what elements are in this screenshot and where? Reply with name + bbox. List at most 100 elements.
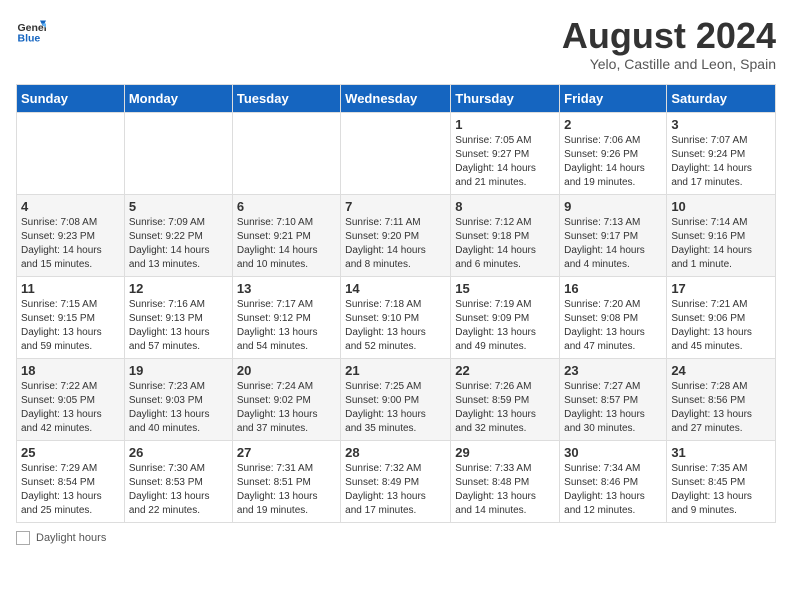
calendar-cell-w0-d1 bbox=[124, 112, 232, 194]
calendar-table: SundayMondayTuesdayWednesdayThursdayFrid… bbox=[16, 84, 776, 523]
day-info: Sunrise: 7:13 AM Sunset: 9:17 PM Dayligh… bbox=[564, 216, 662, 272]
day-number: 16 bbox=[564, 281, 662, 296]
day-info: Sunrise: 7:23 AM Sunset: 9:03 PM Dayligh… bbox=[129, 380, 228, 436]
weekday-header-thursday: Thursday bbox=[451, 84, 560, 112]
day-info: Sunrise: 7:32 AM Sunset: 8:49 PM Dayligh… bbox=[345, 462, 446, 518]
day-info: Sunrise: 7:24 AM Sunset: 9:02 PM Dayligh… bbox=[237, 380, 336, 436]
day-number: 18 bbox=[21, 363, 120, 378]
day-number: 25 bbox=[21, 445, 120, 460]
calendar-cell-w4-d5: 30Sunrise: 7:34 AM Sunset: 8:46 PM Dayli… bbox=[560, 440, 667, 522]
location: Yelo, Castille and Leon, Spain bbox=[562, 56, 776, 72]
svg-text:Blue: Blue bbox=[18, 33, 41, 45]
day-info: Sunrise: 7:20 AM Sunset: 9:08 PM Dayligh… bbox=[564, 298, 662, 354]
weekday-header-sunday: Sunday bbox=[17, 84, 125, 112]
calendar-cell-w1-d6: 10 Sunrise: 7:14 AM Sunset: 9:16 PM Dayli… bbox=[667, 194, 776, 276]
calendar-cell-w0-d6: 3 Sunrise: 7:07 AM Sunset: 9:24 PM Daylig… bbox=[667, 112, 776, 194]
day-number: 7 bbox=[345, 199, 446, 214]
calendar-cell-w1-d4: 8Sunrise: 7:12 AM Sunset: 9:18 PM Daylig… bbox=[451, 194, 560, 276]
calendar-cell-w4-d0: 25 Sunrise: 7:29 AM Sunset: 8:54 PM Dayli… bbox=[17, 440, 125, 522]
weekday-header-monday: Monday bbox=[124, 84, 232, 112]
calendar-cell-w2-d6: 17Sunrise: 7:21 AM Sunset: 9:06 PM Dayli… bbox=[667, 276, 776, 358]
day-info: Sunrise: 7:11 AM Sunset: 9:20 PM Dayligh… bbox=[345, 216, 446, 272]
calendar-cell-w0-d2 bbox=[232, 112, 340, 194]
day-info: Sunrise: 7:17 AM Sunset: 9:12 PM Dayligh… bbox=[237, 298, 336, 354]
day-number: 22 bbox=[455, 363, 555, 378]
calendar-cell-w4-d1: 26 Sunrise: 7:30 AM Sunset: 8:53 PM Dayli… bbox=[124, 440, 232, 522]
calendar-cell-w4-d6: 31 Sunrise: 7:35 AM Sunset: 8:45 PM Dayli… bbox=[667, 440, 776, 522]
calendar-cell-w3-d1: 19 Sunrise: 7:23 AM Sunset: 9:03 PM Dayli… bbox=[124, 358, 232, 440]
calendar-cell-w4-d4: 29Sunrise: 7:33 AM Sunset: 8:48 PM Dayli… bbox=[451, 440, 560, 522]
calendar-cell-w0-d3 bbox=[341, 112, 451, 194]
day-info: Sunrise: 7:21 AM Sunset: 9:06 PM Dayligh… bbox=[671, 298, 771, 354]
day-number: 10 bbox=[671, 199, 771, 214]
day-number: 26 bbox=[129, 445, 228, 460]
day-info: Sunrise: 7:29 AM Sunset: 8:54 PM Dayligh… bbox=[21, 462, 120, 518]
day-number: 11 bbox=[21, 281, 120, 296]
day-info: Sunrise: 7:25 AM Sunset: 9:00 PM Dayligh… bbox=[345, 380, 446, 436]
day-number: 21 bbox=[345, 363, 446, 378]
day-info: Sunrise: 7:31 AM Sunset: 8:51 PM Dayligh… bbox=[237, 462, 336, 518]
calendar-cell-w2-d5: 16 Sunrise: 7:20 AM Sunset: 9:08 PM Dayli… bbox=[560, 276, 667, 358]
day-number: 31 bbox=[671, 445, 771, 460]
weekday-header-tuesday: Tuesday bbox=[232, 84, 340, 112]
calendar-cell-w0-d4: 1 Sunrise: 7:05 AM Sunset: 9:27 PM Daylig… bbox=[451, 112, 560, 194]
calendar-cell-w2-d3: 14 Sunrise: 7:18 AM Sunset: 9:10 PM Dayli… bbox=[341, 276, 451, 358]
legend-label: Daylight hours bbox=[36, 532, 106, 544]
calendar-cell-w2-d4: 15Sunrise: 7:19 AM Sunset: 9:09 PM Dayli… bbox=[451, 276, 560, 358]
day-number: 4 bbox=[21, 199, 120, 214]
footer-note: Daylight hours bbox=[16, 531, 776, 545]
logo-icon: General Blue bbox=[16, 16, 46, 46]
day-info: Sunrise: 7:14 AM Sunset: 9:16 PM Dayligh… bbox=[671, 216, 771, 272]
calendar-cell-w0-d0 bbox=[17, 112, 125, 194]
day-number: 30 bbox=[564, 445, 662, 460]
header: General Blue August 2024 Yelo, Castille … bbox=[16, 16, 776, 72]
day-info: Sunrise: 7:27 AM Sunset: 8:57 PM Dayligh… bbox=[564, 380, 662, 436]
day-number: 13 bbox=[237, 281, 336, 296]
day-info: Sunrise: 7:26 AM Sunset: 8:59 PM Dayligh… bbox=[455, 380, 555, 436]
calendar-cell-w0-d5: 2Sunrise: 7:06 AM Sunset: 9:26 PM Daylig… bbox=[560, 112, 667, 194]
calendar-cell-w3-d2: 20 Sunrise: 7:24 AM Sunset: 9:02 PM Dayli… bbox=[232, 358, 340, 440]
calendar-cell-w2-d2: 13 Sunrise: 7:17 AM Sunset: 9:12 PM Dayli… bbox=[232, 276, 340, 358]
day-number: 3 bbox=[671, 117, 771, 132]
day-info: Sunrise: 7:07 AM Sunset: 9:24 PM Dayligh… bbox=[671, 134, 771, 190]
weekday-header-wednesday: Wednesday bbox=[341, 84, 451, 112]
day-number: 5 bbox=[129, 199, 228, 214]
calendar-cell-w3-d0: 18Sunrise: 7:22 AM Sunset: 9:05 PM Dayli… bbox=[17, 358, 125, 440]
weekday-header-saturday: Saturday bbox=[667, 84, 776, 112]
day-number: 1 bbox=[455, 117, 555, 132]
day-number: 6 bbox=[237, 199, 336, 214]
day-info: Sunrise: 7:08 AM Sunset: 9:23 PM Dayligh… bbox=[21, 216, 120, 272]
day-number: 20 bbox=[237, 363, 336, 378]
logo: General Blue bbox=[16, 16, 46, 46]
day-number: 15 bbox=[455, 281, 555, 296]
calendar-cell-w3-d6: 24 Sunrise: 7:28 AM Sunset: 8:56 PM Dayli… bbox=[667, 358, 776, 440]
calendar-cell-w3-d5: 23 Sunrise: 7:27 AM Sunset: 8:57 PM Dayli… bbox=[560, 358, 667, 440]
day-info: Sunrise: 7:18 AM Sunset: 9:10 PM Dayligh… bbox=[345, 298, 446, 354]
calendar-cell-w1-d1: 5Sunrise: 7:09 AM Sunset: 9:22 PM Daylig… bbox=[124, 194, 232, 276]
day-info: Sunrise: 7:28 AM Sunset: 8:56 PM Dayligh… bbox=[671, 380, 771, 436]
day-info: Sunrise: 7:30 AM Sunset: 8:53 PM Dayligh… bbox=[129, 462, 228, 518]
calendar-cell-w1-d3: 7 Sunrise: 7:11 AM Sunset: 9:20 PM Daylig… bbox=[341, 194, 451, 276]
day-number: 24 bbox=[671, 363, 771, 378]
day-number: 2 bbox=[564, 117, 662, 132]
day-number: 14 bbox=[345, 281, 446, 296]
day-info: Sunrise: 7:05 AM Sunset: 9:27 PM Dayligh… bbox=[455, 134, 555, 190]
calendar-cell-w1-d5: 9Sunrise: 7:13 AM Sunset: 9:17 PM Daylig… bbox=[560, 194, 667, 276]
calendar-cell-w3-d4: 22 Sunrise: 7:26 AM Sunset: 8:59 PM Dayli… bbox=[451, 358, 560, 440]
day-info: Sunrise: 7:10 AM Sunset: 9:21 PM Dayligh… bbox=[237, 216, 336, 272]
calendar-cell-w3-d3: 21 Sunrise: 7:25 AM Sunset: 9:00 PM Dayli… bbox=[341, 358, 451, 440]
day-number: 28 bbox=[345, 445, 446, 460]
calendar-cell-w4-d3: 28 Sunrise: 7:32 AM Sunset: 8:49 PM Dayli… bbox=[341, 440, 451, 522]
day-info: Sunrise: 7:12 AM Sunset: 9:18 PM Dayligh… bbox=[455, 216, 555, 272]
legend-box bbox=[16, 531, 30, 545]
day-number: 19 bbox=[129, 363, 228, 378]
day-info: Sunrise: 7:35 AM Sunset: 8:45 PM Dayligh… bbox=[671, 462, 771, 518]
weekday-header-friday: Friday bbox=[560, 84, 667, 112]
calendar-cell-w2-d1: 12Sunrise: 7:16 AM Sunset: 9:13 PM Dayli… bbox=[124, 276, 232, 358]
day-info: Sunrise: 7:15 AM Sunset: 9:15 PM Dayligh… bbox=[21, 298, 120, 354]
calendar-cell-w4-d2: 27Sunrise: 7:31 AM Sunset: 8:51 PM Dayli… bbox=[232, 440, 340, 522]
day-number: 29 bbox=[455, 445, 555, 460]
title-area: August 2024 Yelo, Castille and Leon, Spa… bbox=[562, 16, 776, 72]
calendar-cell-w1-d0: 4 Sunrise: 7:08 AM Sunset: 9:23 PM Daylig… bbox=[17, 194, 125, 276]
day-number: 23 bbox=[564, 363, 662, 378]
